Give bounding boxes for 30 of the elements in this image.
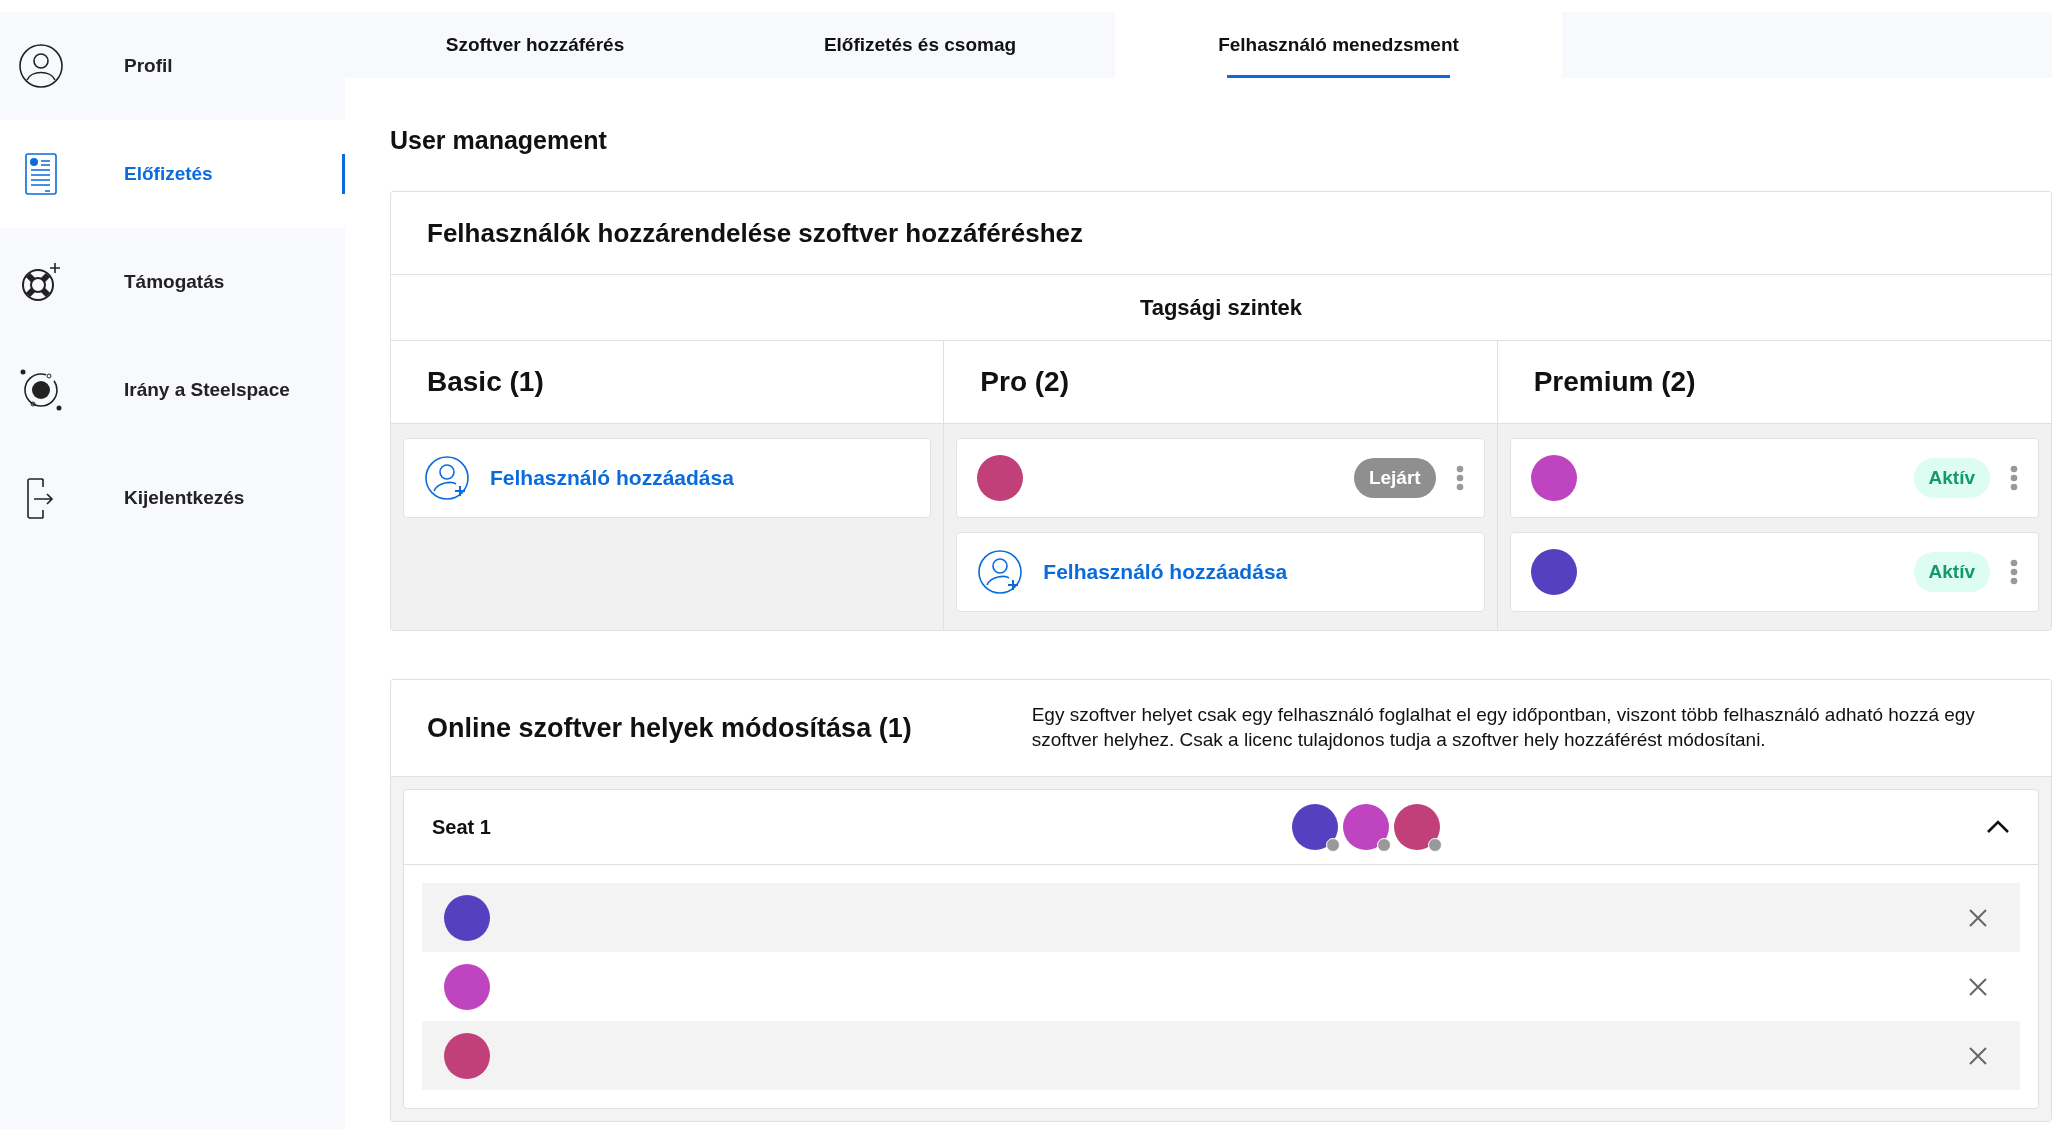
user-icon xyxy=(18,43,64,89)
chevron-up-icon[interactable] xyxy=(1986,819,2010,835)
close-icon[interactable] xyxy=(1968,1045,1988,1066)
add-user-link[interactable]: Felhasználó hozzáadása xyxy=(1043,560,1288,584)
sidebar-item[interactable]: Támogatás xyxy=(0,228,345,336)
sidebar-item[interactable]: Profil xyxy=(0,12,345,120)
levels-heading: Tagsági szintek xyxy=(391,275,2051,341)
close-icon[interactable] xyxy=(1968,907,1988,928)
tab[interactable]: Szoftver hozzáférés xyxy=(345,12,725,78)
page-title: User management xyxy=(390,126,608,155)
more-icon[interactable] xyxy=(2010,465,2018,491)
tab[interactable]: Felhasználó menedzsment xyxy=(1115,12,1562,78)
sidebar-item[interactable]: Kijelentkezés xyxy=(0,444,345,552)
close-icon[interactable] xyxy=(1968,976,1988,997)
card-title: Online szoftver helyek módosítása (1) xyxy=(427,712,912,744)
card-title: Felhasználók hozzárendelése szoftver hozzáféréshez xyxy=(391,192,2051,275)
status-badge: Lejárt xyxy=(1353,458,1436,498)
more-icon[interactable] xyxy=(2010,559,2018,585)
sidebar-item[interactable]: Irány a Steelspace xyxy=(0,336,345,444)
seat-label: Seat 1 xyxy=(432,815,492,839)
tab[interactable]: Előfizetés és csomag xyxy=(725,12,1115,78)
add-user-icon[interactable] xyxy=(424,455,470,501)
description-text: Egy szoftver helyet csak egy felhasználó foglalhat el egy időpontban, viszont több felhasználó adható hozzá egy szoftver helyhez. Csak a licenc tulajdonos tudja a szoftver hely hozzáférést módosítani. xyxy=(1031,703,1976,752)
sidebar-item[interactable]: Előfizetés xyxy=(0,120,345,228)
more-icon[interactable] xyxy=(1455,465,1464,491)
status-badge: Aktív xyxy=(1913,552,1990,592)
status-badge: Aktív xyxy=(1913,458,1990,498)
add-user-link[interactable]: Felhasználó hozzáadása xyxy=(490,466,734,490)
add-user-icon[interactable] xyxy=(977,549,1024,595)
orbit-icon xyxy=(18,367,64,413)
